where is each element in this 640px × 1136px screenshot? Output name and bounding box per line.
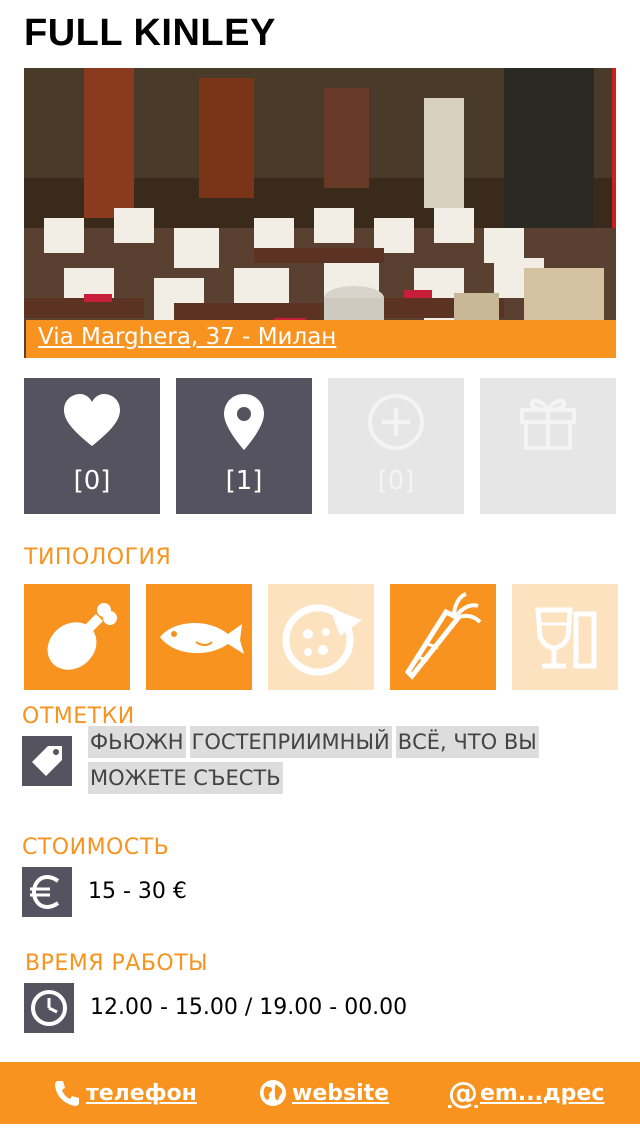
tag-item[interactable]: ВСЁ, ЧТО ВЫ [395, 726, 539, 758]
checkin-count: [1] [225, 466, 263, 496]
euro-icon [30, 874, 60, 910]
restaurant-interior-image [24, 68, 616, 358]
meat-drumstick-icon [47, 603, 117, 670]
email-link[interactable]: @ em...дрес [448, 1062, 604, 1124]
pizza-icon [282, 604, 362, 676]
clock-icon [31, 990, 67, 1026]
price-label: СТОИМОСТЬ [22, 835, 170, 860]
gift-icon [520, 398, 576, 450]
checkin-button[interactable]: [1] [176, 378, 312, 514]
typology-vegetarian[interactable] [390, 584, 496, 690]
typology-meat[interactable] [24, 584, 130, 690]
price-icon-box [22, 867, 72, 917]
gift-button[interactable] [480, 378, 616, 514]
hours-value: 12.00 - 15.00 / 19.00 - 00.00 [90, 995, 408, 1020]
favorite-count: [0] [73, 466, 111, 496]
email-label: em...дрес [480, 1080, 605, 1106]
fish-icon [160, 623, 244, 654]
plus-circle-icon [368, 394, 424, 450]
typology-tiles [24, 584, 618, 690]
phone-label: телефон [86, 1080, 197, 1106]
phone-link[interactable]: телефон [52, 1062, 197, 1124]
heart-icon [64, 394, 120, 446]
contact-bar: телефон website @ em...дрес [0, 1062, 640, 1124]
map-pin-icon [224, 394, 264, 450]
website-label: website [292, 1080, 390, 1106]
price-value: 15 - 30 € [88, 879, 187, 904]
venue-photo[interactable] [24, 68, 616, 358]
address-link[interactable]: Via Marghera, 37 - Милан [38, 324, 336, 350]
typology-drinks[interactable] [512, 584, 618, 690]
action-tiles: [0] [1] [0] [24, 378, 616, 514]
tag-item[interactable]: ФЬЮЖН [88, 726, 186, 758]
add-button[interactable]: [0] [328, 378, 464, 514]
tag-icon [32, 746, 62, 776]
address-bar: Via Marghera, 37 - Милан [26, 320, 616, 358]
hours-label: ВРЕМЯ РАБОТЫ [25, 951, 209, 976]
website-link[interactable]: website [258, 1062, 389, 1124]
tag-list: ФЬЮЖН ГОСТЕПРИИМНЫЙ ВСЁ, ЧТО ВЫ МОЖЕТЕ СЪЕС… [88, 726, 618, 798]
typology-fish[interactable] [146, 584, 252, 690]
drinks-icon [535, 607, 597, 669]
tag-item[interactable]: ГОСТЕПРИИМНЫЙ [189, 726, 392, 758]
at-sign-icon: @ [448, 1075, 478, 1111]
typology-pizza[interactable] [268, 584, 374, 690]
venue-title: FULL KINLEY [24, 12, 276, 54]
typology-label: ТИПОЛОГИЯ [24, 545, 172, 570]
phone-icon [55, 1081, 79, 1106]
favorite-button[interactable]: [0] [24, 378, 160, 514]
add-count: [0] [377, 466, 415, 496]
carrot-icon [404, 592, 482, 680]
hours-icon-box [24, 983, 74, 1033]
tags-icon-box [22, 736, 72, 786]
tag-item[interactable]: МОЖЕТЕ СЪЕСТЬ [88, 762, 283, 794]
globe-icon [260, 1080, 286, 1106]
